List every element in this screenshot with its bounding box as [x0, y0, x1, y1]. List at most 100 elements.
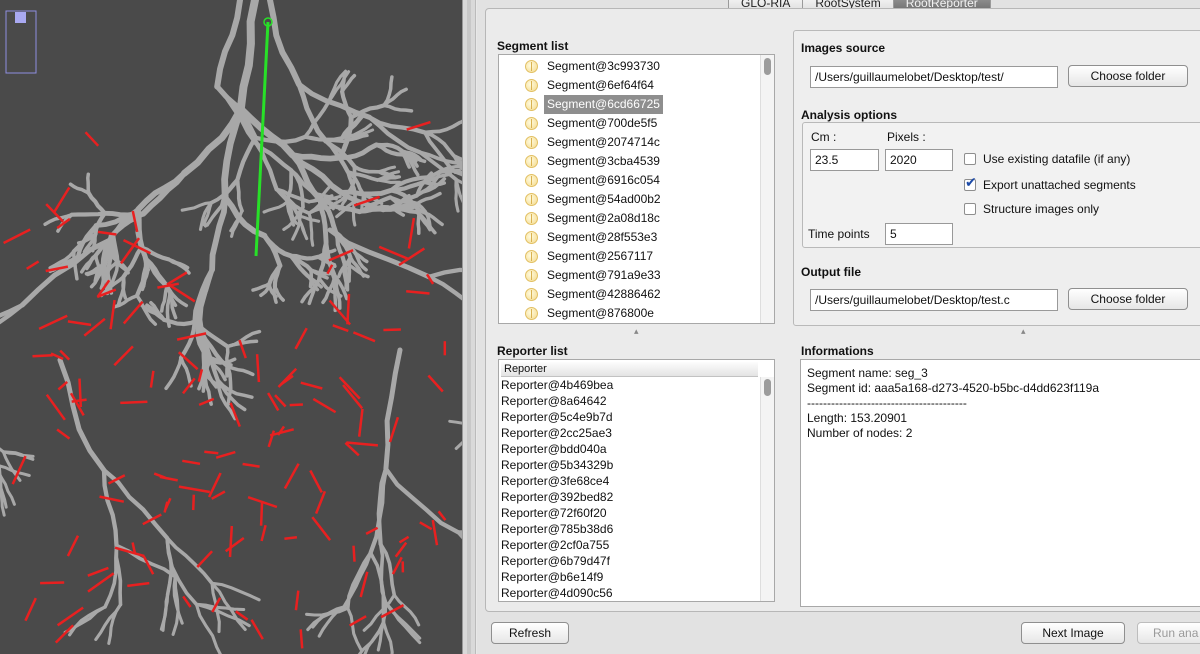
scrollbar-thumb[interactable]	[764, 58, 771, 75]
overview-viewport[interactable]	[15, 12, 26, 23]
segment-marker[interactable]	[191, 494, 196, 511]
output-file-path-field[interactable]: /Users/guillaumelobet/Desktop/test.c	[810, 289, 1058, 311]
segment-marker[interactable]	[182, 459, 201, 466]
segment-marker[interactable]	[406, 290, 430, 295]
segment-list-item[interactable]: Segment@54ad00b2	[499, 190, 760, 209]
segment-marker[interactable]	[398, 535, 410, 544]
refresh-button[interactable]: Refresh	[491, 622, 569, 644]
segment-marker[interactable]	[120, 400, 148, 405]
segment-marker[interactable]	[338, 376, 361, 400]
segment-marker[interactable]	[250, 619, 264, 640]
segment-marker[interactable]	[113, 345, 134, 367]
segment-list-item[interactable]: Segment@6916c054	[499, 171, 760, 190]
segment-marker[interactable]	[407, 217, 416, 249]
segment-marker[interactable]	[391, 556, 403, 575]
segment-marker[interactable]	[352, 545, 356, 562]
segment-list-item[interactable]: Segment@6cd66725	[499, 95, 760, 114]
segment-marker[interactable]	[40, 581, 65, 585]
segment-list-item[interactable]: Segment@6ef64f64	[499, 76, 760, 95]
reporter-list-item[interactable]: Reporter@785b38d6	[499, 521, 760, 537]
segment-marker[interactable]	[259, 502, 264, 526]
segment-marker[interactable]	[228, 525, 234, 558]
cm-input[interactable]: 23.5	[810, 149, 879, 171]
segment-list-item[interactable]: Segment@3c993730	[499, 57, 760, 76]
next-image-button[interactable]: Next Image	[1021, 622, 1125, 644]
segment-marker[interactable]	[45, 393, 66, 421]
segment-marker[interactable]	[52, 186, 71, 214]
segment-marker[interactable]	[427, 374, 444, 393]
segment-marker[interactable]	[346, 441, 379, 447]
segment-marker[interactable]	[87, 572, 115, 593]
segment-marker[interactable]	[267, 430, 276, 448]
segment-marker[interactable]	[332, 324, 349, 333]
reporter-column-header[interactable]: Reporter	[501, 362, 758, 377]
segment-marker[interactable]	[260, 524, 267, 542]
segment-marker[interactable]	[196, 550, 214, 568]
splitter-handle[interactable]: ▴	[1021, 327, 1026, 336]
reporter-list-item[interactable]: Reporter@72f60f20	[499, 505, 760, 521]
segment-marker[interactable]	[437, 510, 447, 521]
segment-marker[interactable]	[67, 320, 92, 327]
segment-marker[interactable]	[346, 293, 351, 325]
segment-list-item[interactable]: Segment@3cba4539	[499, 152, 760, 171]
time-points-input[interactable]: 5	[885, 223, 953, 245]
segment-marker[interactable]	[352, 331, 376, 343]
segment-marker[interactable]	[114, 546, 145, 558]
reporter-list-item[interactable]: Reporter@6b79d47f	[499, 553, 760, 569]
segment-list-item[interactable]: Segment@2567117	[499, 247, 760, 266]
segment-marker[interactable]	[309, 469, 323, 493]
segment-marker[interactable]	[122, 300, 144, 325]
segment-marker[interactable]	[57, 380, 69, 391]
run-analysis-button[interactable]: Run ana	[1137, 622, 1200, 644]
checkbox-box[interactable]	[964, 175, 977, 191]
use-existing-datafile-checkbox[interactable]: Use existing datafile (if any)	[964, 152, 1130, 166]
root-image[interactable]	[0, 0, 462, 654]
scrollbar-thumb[interactable]	[764, 379, 771, 396]
reporter-list-item[interactable]: Reporter@5b34329b	[499, 457, 760, 473]
reporter-list[interactable]: Reporter Reporter@4b469bea Reporter@8a646…	[498, 359, 775, 602]
segment-marker[interactable]	[388, 416, 400, 443]
segment-marker[interactable]	[277, 367, 298, 388]
segment-marker[interactable]	[394, 541, 408, 558]
split-pane-divider[interactable]	[462, 0, 476, 654]
segment-marker[interactable]	[66, 535, 80, 557]
segment-marker[interactable]	[312, 397, 337, 414]
segment-marker[interactable]	[255, 354, 261, 383]
segment-list-item[interactable]: Segment@791a9e33	[499, 266, 760, 285]
segment-marker[interactable]	[127, 581, 150, 588]
segment-marker[interactable]	[26, 260, 40, 270]
segment-list[interactable]: Segment@3c993730 Segment@6ef64f64 Segment@…	[498, 54, 775, 324]
segment-marker[interactable]	[211, 490, 226, 500]
structure-images-only-checkbox[interactable]: Structure images only	[964, 202, 1099, 216]
segment-marker[interactable]	[283, 463, 300, 490]
export-unattached-segments-checkbox[interactable]: Export unattached segments	[964, 175, 1136, 192]
reporter-list-scrollbar[interactable]	[760, 377, 774, 601]
reporter-list-item[interactable]: Reporter@3fe68ce4	[499, 473, 760, 489]
segment-marker[interactable]	[431, 519, 439, 546]
reporter-list-item[interactable]: Reporter@8a64642	[499, 393, 760, 409]
segment-list-item[interactable]: Segment@2a08d18c	[499, 209, 760, 228]
images-source-choose-folder-button[interactable]: Choose folder	[1068, 65, 1188, 87]
segment-marker[interactable]	[109, 299, 116, 330]
segment-marker[interactable]	[294, 590, 300, 611]
segment-marker[interactable]	[178, 485, 211, 494]
pixels-input[interactable]: 2020	[885, 149, 953, 171]
segment-marker[interactable]	[274, 394, 287, 408]
segment-marker[interactable]	[294, 327, 308, 350]
segment-marker[interactable]	[314, 490, 327, 515]
segment-list-item[interactable]: Segment@700de5f5	[499, 114, 760, 133]
segment-marker[interactable]	[204, 450, 219, 455]
output-file-choose-folder-button[interactable]: Choose folder	[1068, 288, 1188, 310]
segment-list-item[interactable]: Segment@28f553e3	[499, 228, 760, 247]
segment-marker[interactable]	[84, 131, 100, 147]
segment-marker[interactable]	[99, 495, 125, 503]
segment-list-item[interactable]: Segment@42886462	[499, 285, 760, 304]
segment-marker[interactable]	[153, 472, 166, 479]
reporter-list-item[interactable]: Reporter@2cc25ae3	[499, 425, 760, 441]
segment-marker[interactable]	[284, 535, 298, 541]
segment-marker[interactable]	[419, 521, 433, 531]
segment-marker[interactable]	[149, 370, 155, 388]
segment-marker[interactable]	[87, 566, 109, 577]
segment-list-item[interactable]: Segment@876800e	[499, 304, 760, 323]
reporter-list-item[interactable]: Reporter@4d090c56	[499, 585, 760, 601]
